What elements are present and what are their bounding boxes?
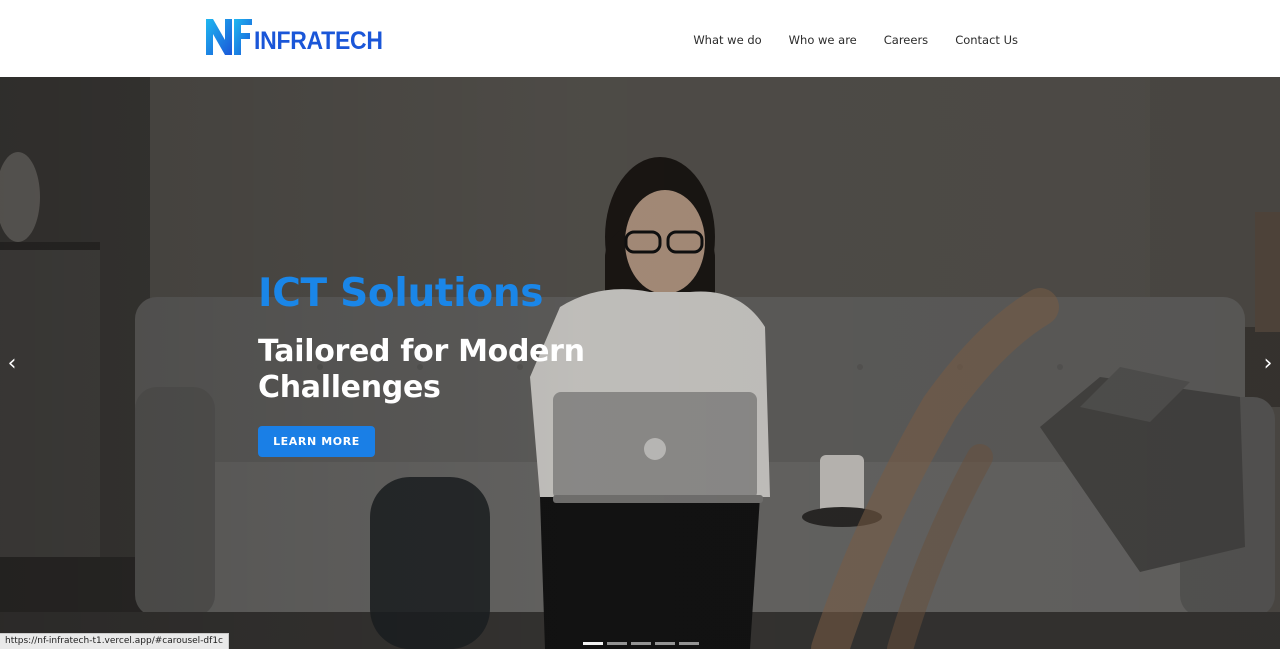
hero-title: ICT Solutions xyxy=(258,271,544,316)
carousel-indicator-4[interactable] xyxy=(655,642,675,645)
carousel-indicator-3[interactable] xyxy=(631,642,651,645)
carousel-indicators xyxy=(583,642,699,645)
carousel-indicator-2[interactable] xyxy=(607,642,627,645)
hero-subtitle: Tailored for Modern Challenges xyxy=(258,334,585,405)
learn-more-button[interactable]: LEARN MORE xyxy=(258,426,375,457)
nav-item-who-we-are[interactable]: Who we are xyxy=(789,33,857,47)
carousel-indicator-5[interactable] xyxy=(679,642,699,645)
nav-item-what-we-do[interactable]: What we do xyxy=(693,33,761,47)
chevron-right-icon[interactable]: › xyxy=(1256,351,1280,377)
site-header: INFRATECH What we do Who we are Careers … xyxy=(0,0,1280,77)
nav-item-careers[interactable]: Careers xyxy=(884,33,928,47)
hero-carousel: ICT Solutions Tailored for Modern Challe… xyxy=(0,77,1280,649)
nav-item-contact-us[interactable]: Contact Us xyxy=(955,33,1018,47)
main-nav: What we do Who we are Careers Contact Us xyxy=(693,33,1018,47)
brand-logo[interactable]: INFRATECH xyxy=(206,19,394,55)
hero-dark-overlay xyxy=(0,77,1280,649)
brand-name: INFRATECH xyxy=(254,27,383,55)
carousel-indicator-1[interactable] xyxy=(583,642,603,645)
chevron-left-icon[interactable]: ‹ xyxy=(0,351,24,377)
nf-logo-mark-icon xyxy=(206,19,252,55)
browser-status-url: https://nf-infratech-t1.vercel.app/#caro… xyxy=(0,633,229,649)
